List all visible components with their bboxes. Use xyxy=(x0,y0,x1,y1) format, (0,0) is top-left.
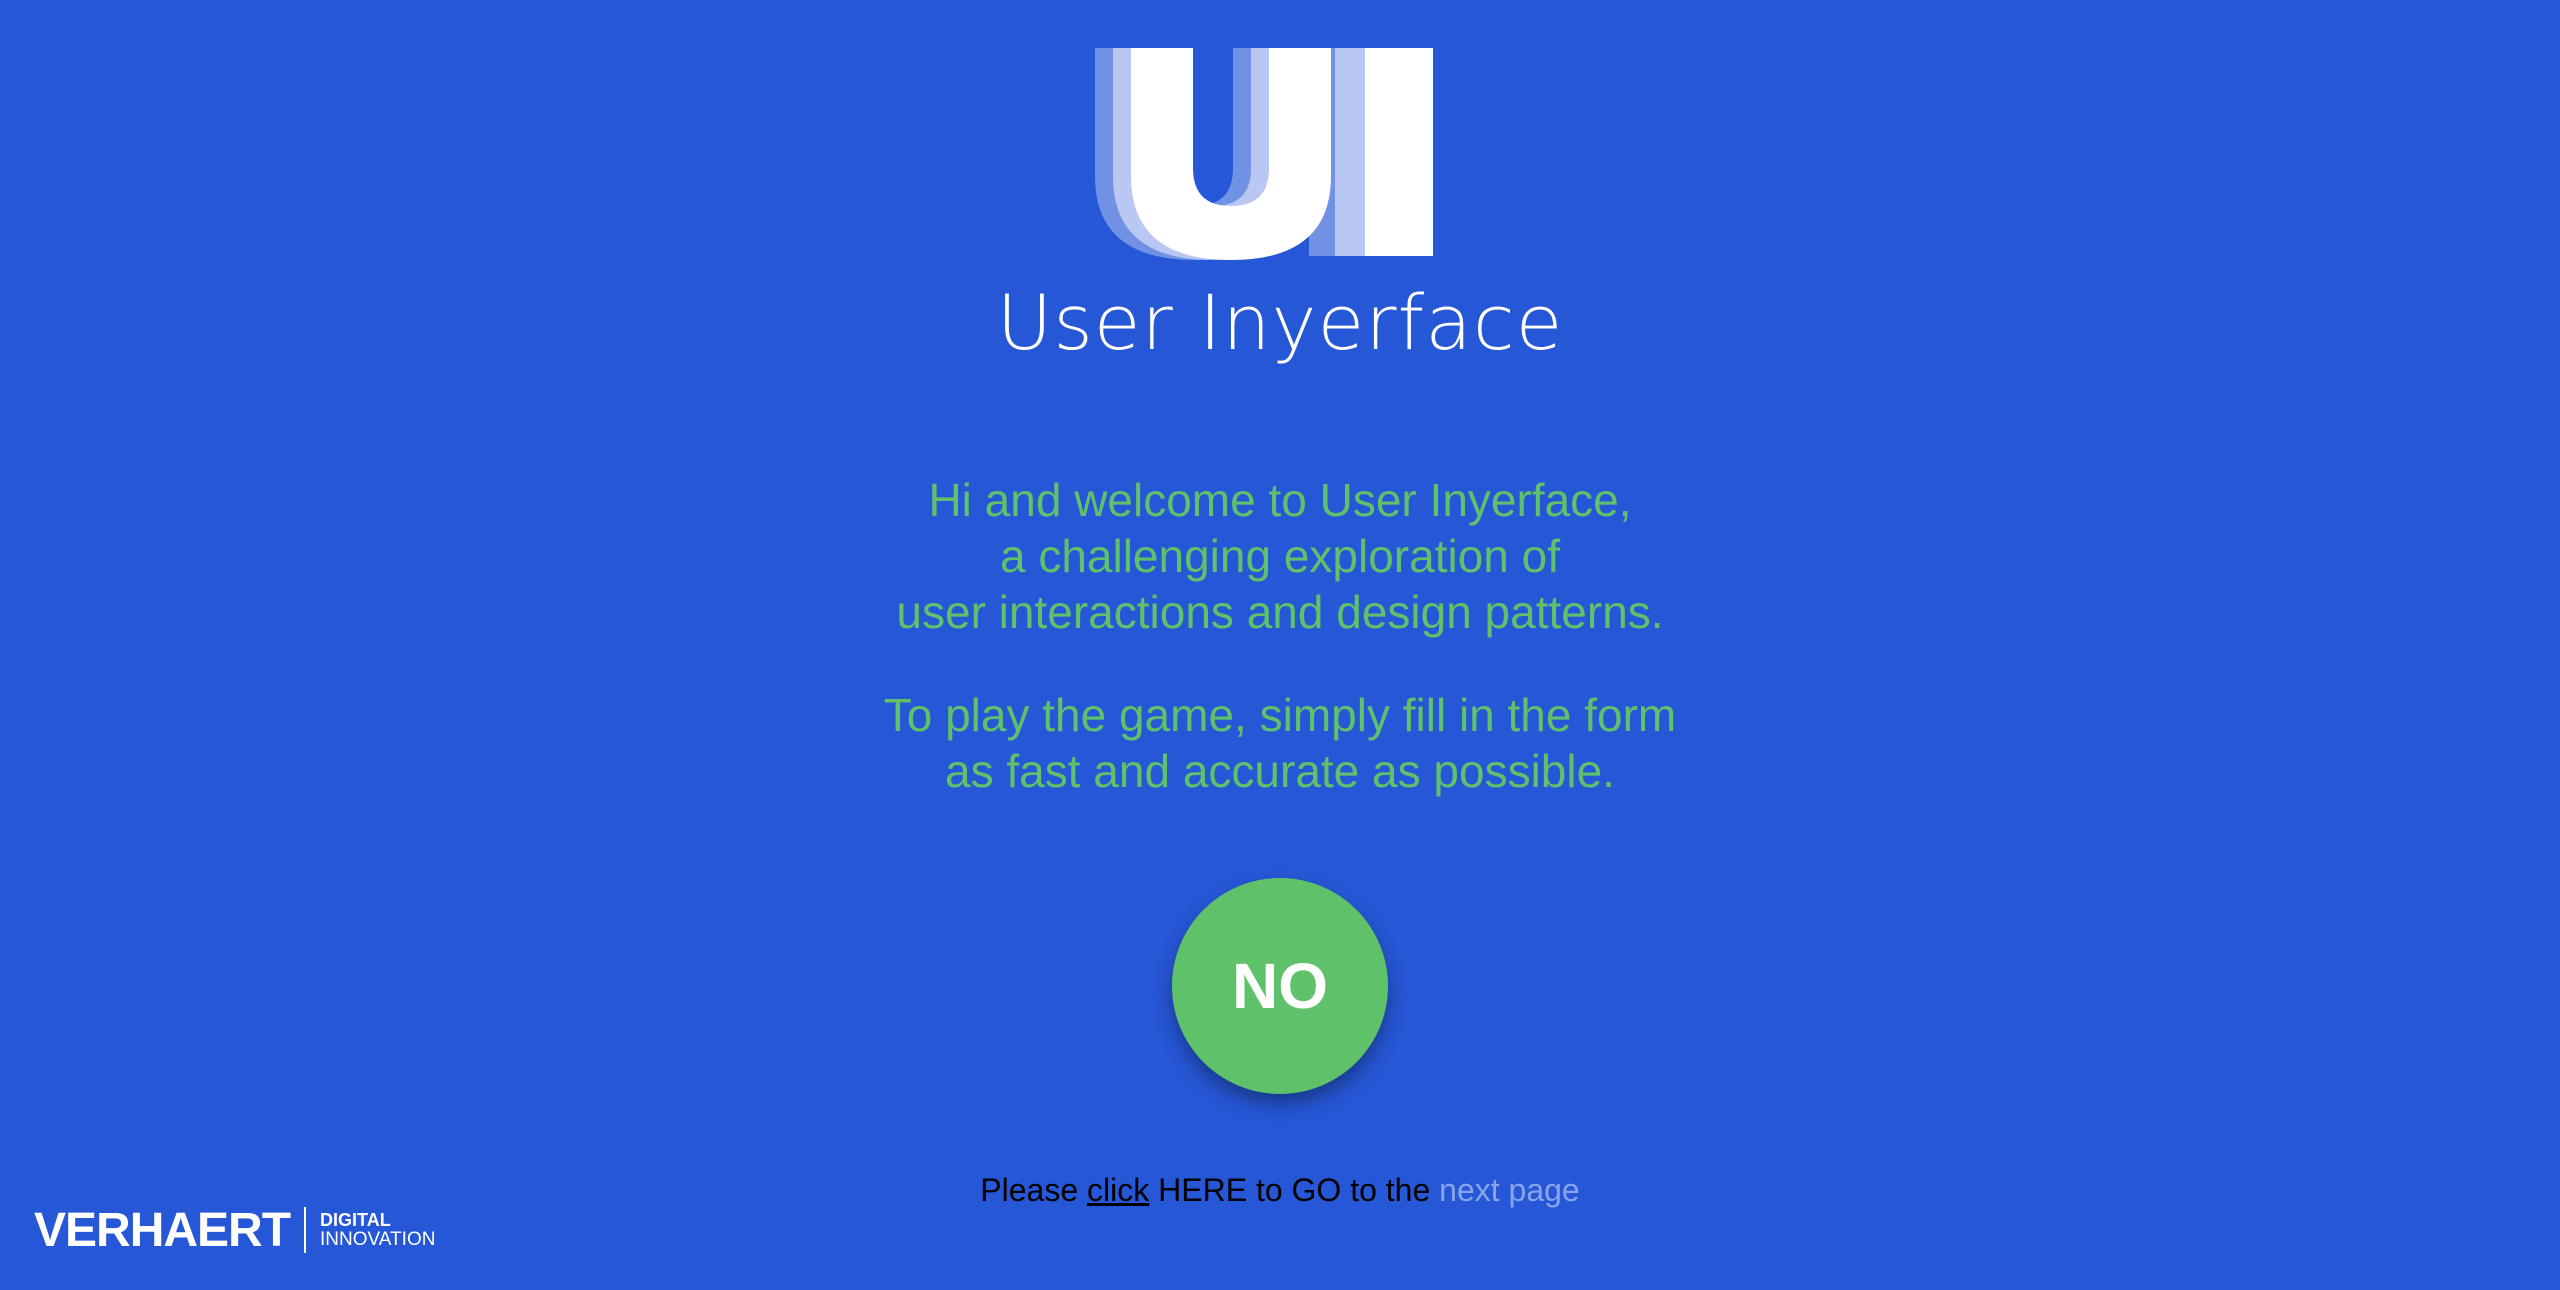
footer-middle: HERE to GO to the xyxy=(1149,1172,1440,1208)
brand-logo: VERHAERT DIGITAL INNOVATION xyxy=(34,1203,435,1257)
intro-line: user interactions and design patterns. xyxy=(896,586,1664,638)
next-page-link[interactable]: next page xyxy=(1439,1172,1580,1208)
intro-line: as fast and accurate as possible. xyxy=(945,745,1615,797)
brand-subtitle: DIGITAL INNOVATION xyxy=(320,1210,435,1250)
intro-paragraph-1: Hi and welcome to User Inyerface, a chal… xyxy=(0,472,2560,640)
intro-line: a challenging exploration of xyxy=(999,530,1561,582)
brand-name: VERHAERT xyxy=(34,1203,291,1257)
no-button[interactable]: NO xyxy=(1172,878,1388,1094)
brand-subtitle-line-1: DIGITAL xyxy=(320,1210,391,1230)
ui-logo-icon xyxy=(1095,48,1433,260)
intro-text: Hi and welcome to User Inyerface, a chal… xyxy=(0,472,2560,799)
intro-line: Hi and welcome to User Inyerface, xyxy=(928,474,1632,526)
footer-prefix: Please xyxy=(980,1172,1088,1208)
brand-divider xyxy=(304,1207,307,1253)
page: User Inyerface Hi and welcome to User In… xyxy=(0,0,2560,1290)
intro-paragraph-2: To play the game, simply fill in the for… xyxy=(0,687,2560,799)
footer-instructions: Please click HERE to GO to the next page xyxy=(0,1172,2560,1209)
intro-line: To play the game, simply fill in the for… xyxy=(883,689,1677,741)
brand-subtitle-line-2: INNOVATION xyxy=(320,1229,436,1250)
click-link[interactable]: click xyxy=(1087,1172,1149,1208)
app-title: User Inyerface xyxy=(996,278,1564,367)
